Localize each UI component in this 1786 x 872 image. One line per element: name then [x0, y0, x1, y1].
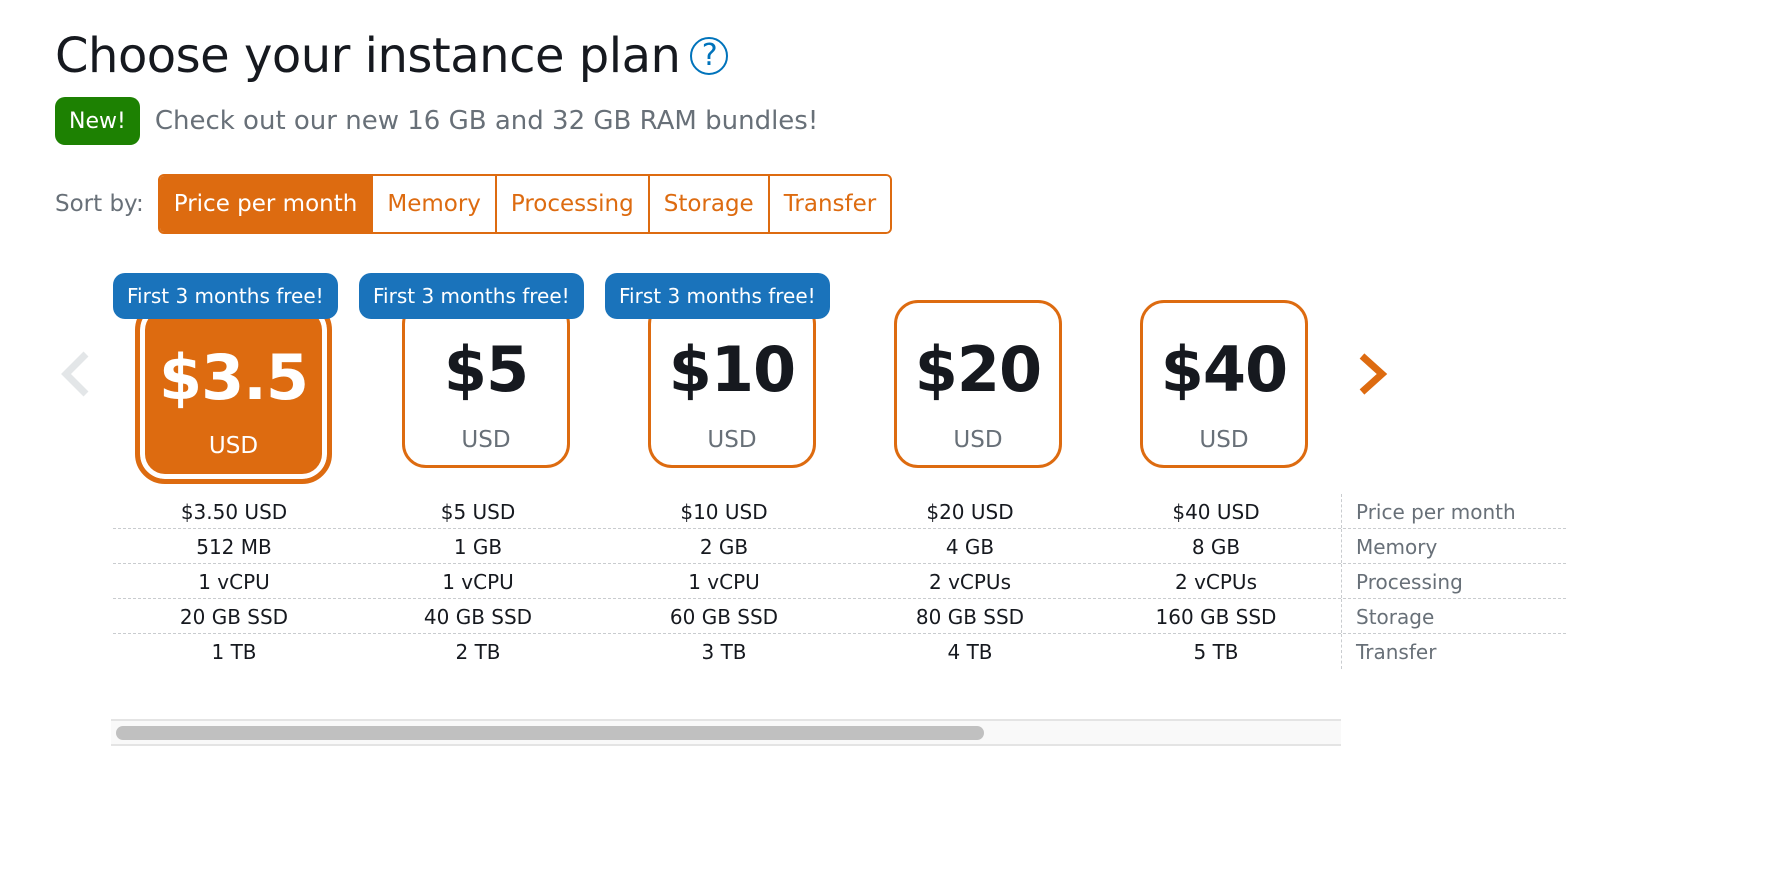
- announcement-text: Check out our new 16 GB and 32 GB RAM bu…: [154, 106, 819, 136]
- spec-cell: 1 TB: [211, 640, 257, 664]
- plan-price: $40: [1160, 333, 1288, 406]
- plan-card[interactable]: $20 USD: [894, 300, 1062, 468]
- plan-option: $40 USD: [1097, 273, 1337, 483]
- spec-cell: 1 GB: [453, 535, 503, 559]
- spec-cell: 4 GB: [945, 535, 995, 559]
- spec-cell: 160 GB SSD: [1155, 605, 1277, 629]
- spec-cell: 1 vCPU: [198, 570, 270, 594]
- spec-cell: 5 TB: [1193, 640, 1239, 664]
- promo-badge: First 3 months free!: [605, 273, 830, 319]
- spec-row: 1 vCPU 1 vCPU 1 vCPU 2 vCPUs 2 vCPUs Processi…: [113, 564, 1566, 599]
- announcement: New! Check out our new 16 GB and 32 GB R…: [55, 97, 818, 145]
- spec-cell: 512 MB: [196, 535, 272, 559]
- scrollbar-thumb[interactable]: [116, 726, 984, 740]
- plan-card[interactable]: $40 USD: [1140, 300, 1308, 468]
- spec-cell: $3.50 USD: [180, 500, 288, 524]
- sort-transfer-button[interactable]: Transfer: [767, 176, 891, 232]
- spec-cell: 40 GB SSD: [423, 605, 533, 629]
- plan-option: First 3 months free! $10 USD: [605, 273, 845, 483]
- spec-cell: $20 USD: [926, 500, 1014, 524]
- spec-row: $3.50 USD $5 USD $10 USD $20 USD $40 USD Pric…: [113, 494, 1566, 529]
- sort-memory-button[interactable]: Memory: [371, 176, 495, 232]
- sort-price-button[interactable]: Price per month: [159, 176, 372, 232]
- plan-price: $3.5: [159, 341, 309, 414]
- chevron-left-icon[interactable]: [60, 350, 90, 402]
- spec-cell: 3 TB: [701, 640, 747, 664]
- new-badge: New!: [55, 97, 140, 145]
- plan-card[interactable]: $10 USD: [648, 300, 816, 468]
- plan-currency: USD: [1199, 427, 1249, 453]
- promo-badge: First 3 months free!: [359, 273, 584, 319]
- sort-bar: Sort by: Price per month Memory Processi…: [55, 174, 893, 234]
- spec-row: 512 MB 1 GB 2 GB 4 GB 8 GB Memory: [113, 529, 1566, 564]
- plan-price: $10: [668, 333, 796, 406]
- plan-option: First 3 months free! $5 USD: [359, 273, 599, 483]
- spec-cell: 60 GB SSD: [669, 605, 779, 629]
- spec-cell: 20 GB SSD: [179, 605, 289, 629]
- page-title-text: Choose your instance plan: [55, 28, 681, 84]
- horizontal-scrollbar[interactable]: [111, 719, 1341, 746]
- plan-price: $20: [914, 333, 1042, 406]
- page-title: Choose your instance plan ?: [55, 28, 729, 84]
- plan-currency: USD: [707, 427, 757, 453]
- spec-cell: $10 USD: [680, 500, 768, 524]
- spec-cell: $5 USD: [440, 500, 516, 524]
- spec-label: Storage: [1341, 599, 1566, 633]
- plan-option: $20 USD: [851, 273, 1091, 483]
- spec-label: Memory: [1341, 529, 1566, 563]
- spec-cell: 2 vCPUs: [1174, 570, 1257, 594]
- sort-processing-button[interactable]: Processing: [494, 176, 648, 232]
- sort-storage-button[interactable]: Storage: [647, 176, 768, 232]
- spec-row: 20 GB SSD 40 GB SSD 60 GB SSD 80 GB SSD 160 …: [113, 599, 1566, 634]
- sort-segmented-control: Price per month Memory Processing Storag…: [157, 174, 893, 234]
- spec-cell: 2 vCPUs: [928, 570, 1011, 594]
- plan-currency: USD: [953, 427, 1003, 453]
- spec-cell: 1 vCPU: [442, 570, 514, 594]
- spec-cell: 2 GB: [699, 535, 749, 559]
- promo-badge: First 3 months free!: [113, 273, 338, 319]
- spec-row: 1 TB 2 TB 3 TB 4 TB 5 TB Transfer: [113, 634, 1566, 669]
- spec-cell: 1 vCPU: [688, 570, 760, 594]
- plan-option: First 3 months free! $3.5 USD: [113, 273, 353, 484]
- plan-currency: USD: [208, 433, 259, 459]
- plan-currency: USD: [461, 427, 511, 453]
- spec-cell: 80 GB SSD: [915, 605, 1025, 629]
- chevron-right-icon[interactable]: [1356, 350, 1390, 402]
- plan-price: $5: [443, 333, 529, 406]
- plan-card[interactable]: $5 USD: [402, 300, 570, 468]
- spec-cell: 2 TB: [455, 640, 501, 664]
- spec-cell: $40 USD: [1172, 500, 1260, 524]
- spec-cell: 8 GB: [1191, 535, 1241, 559]
- spec-cell: 4 TB: [947, 640, 993, 664]
- spec-table: $3.50 USD $5 USD $10 USD $20 USD $40 USD Pric…: [113, 494, 1566, 669]
- question-circle-icon[interactable]: ?: [690, 37, 729, 75]
- sort-label: Sort by:: [55, 191, 144, 217]
- spec-label: Price per month: [1341, 494, 1566, 528]
- plan-card[interactable]: $3.5 USD: [135, 300, 332, 484]
- spec-label: Transfer: [1341, 634, 1566, 669]
- spec-label: Processing: [1341, 564, 1566, 598]
